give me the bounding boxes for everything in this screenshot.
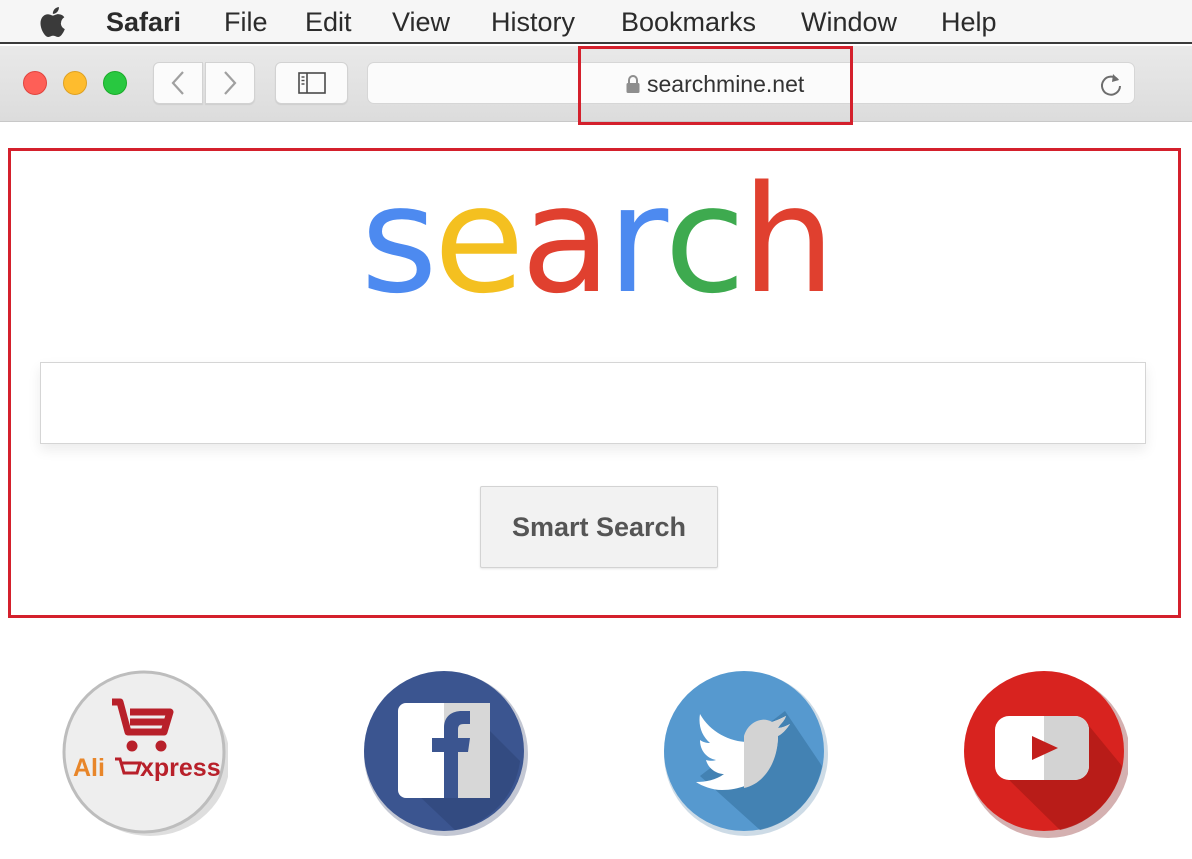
chevron-left-icon xyxy=(171,71,184,95)
menu-app-safari[interactable]: Safari xyxy=(106,6,181,38)
svg-text:xpress: xpress xyxy=(140,754,221,782)
close-window-button[interactable] xyxy=(23,71,47,95)
menu-file[interactable]: File xyxy=(224,6,268,38)
apple-logo-icon[interactable] xyxy=(37,6,67,38)
menu-help[interactable]: Help xyxy=(941,6,997,38)
back-button[interactable] xyxy=(153,62,203,104)
facebook-icon xyxy=(364,671,528,836)
shortcut-facebook[interactable] xyxy=(360,666,528,838)
minimize-window-button[interactable] xyxy=(63,71,87,95)
menu-view[interactable]: View xyxy=(392,6,450,38)
youtube-icon xyxy=(964,671,1128,838)
url-highlight-box xyxy=(578,46,853,125)
reload-icon[interactable] xyxy=(1098,71,1124,97)
twitter-icon xyxy=(664,671,828,836)
menu-bar: Safari File Edit View History Bookmarks … xyxy=(0,0,1192,44)
search-area-highlight-box xyxy=(8,148,1181,618)
zoom-window-button[interactable] xyxy=(103,71,127,95)
shortcut-youtube[interactable] xyxy=(960,666,1128,838)
chevron-right-icon xyxy=(224,71,237,95)
shortcut-twitter[interactable] xyxy=(660,666,828,838)
menu-edit[interactable]: Edit xyxy=(305,6,352,38)
menu-bookmarks[interactable]: Bookmarks xyxy=(621,6,756,38)
svg-text:Ali: Ali xyxy=(73,754,105,782)
menu-history[interactable]: History xyxy=(491,6,575,38)
sidebar-icon xyxy=(297,72,326,94)
aliexpress-icon: Ali xpress xyxy=(62,670,228,836)
shortcut-aliexpress[interactable]: Ali xpress xyxy=(60,666,228,838)
forward-button[interactable] xyxy=(205,62,255,104)
sidebar-toggle-button[interactable] xyxy=(275,62,348,104)
menu-window[interactable]: Window xyxy=(801,6,897,38)
